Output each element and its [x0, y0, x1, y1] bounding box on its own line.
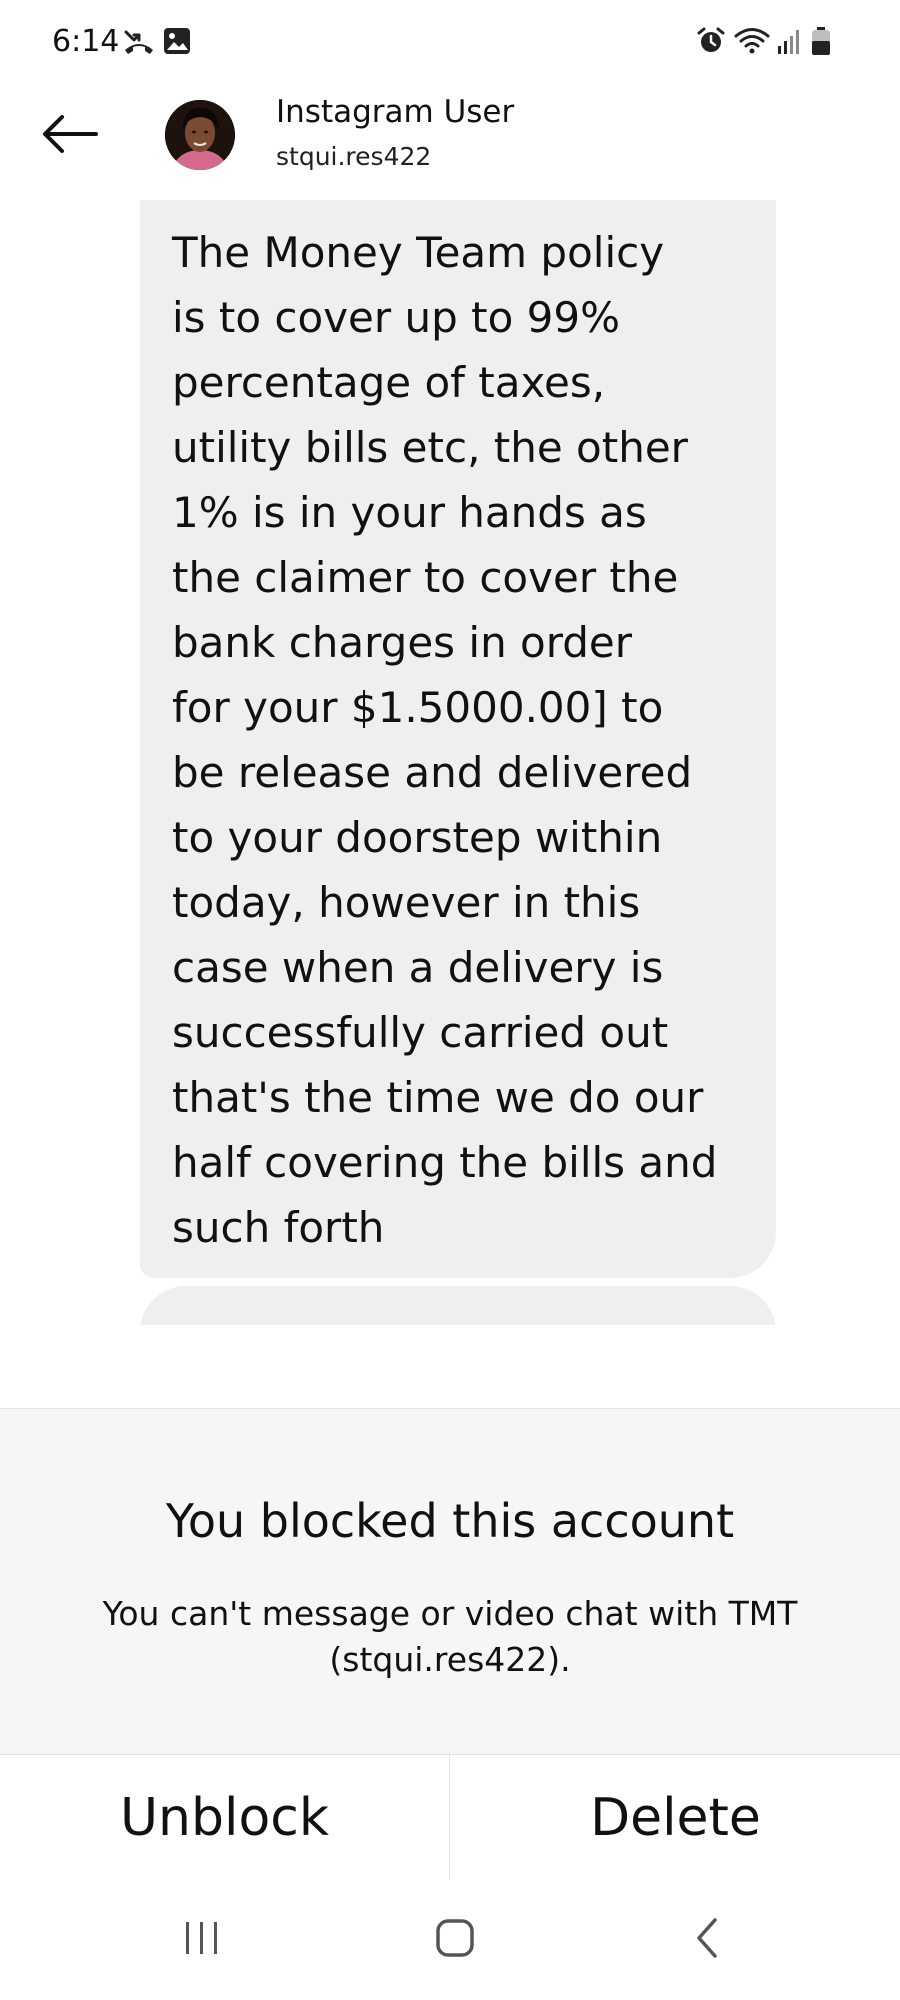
recents-icon: [180, 1918, 224, 1962]
nav-back-button[interactable]: [662, 1900, 752, 1980]
status-time: 6:14: [52, 24, 120, 59]
system-nav-bar: [0, 1880, 900, 2000]
message-text: The Money Team policy is to cover up to …: [172, 228, 718, 1252]
gallery-icon: [162, 26, 196, 56]
chat-user-name[interactable]: Instagram User: [276, 92, 514, 132]
home-icon: [433, 1916, 477, 1964]
blocked-actions: Unblock Delete: [0, 1754, 900, 1881]
unblock-button[interactable]: Unblock: [0, 1755, 449, 1881]
back-button[interactable]: [30, 106, 110, 166]
message-text: In that of a lendor: [172, 1316, 550, 1325]
recents-button[interactable]: [157, 1900, 247, 1980]
chat-user-handle[interactable]: stqui.res422: [276, 140, 431, 174]
battery-icon: [810, 26, 832, 56]
dm-thread-screen: 6:14 Instagram User stqui.res422 The Mon…: [0, 0, 900, 2000]
blocked-title: You blocked this account: [165, 1494, 735, 1548]
missed-call-icon: [122, 26, 156, 56]
message-bubble[interactable]: In that of a lendor: [140, 1286, 776, 1325]
message-bubble[interactable]: The Money Team policy is to cover up to …: [140, 200, 776, 1278]
alarm-icon: [696, 26, 730, 56]
wifi-icon: [734, 26, 770, 56]
delete-button[interactable]: Delete: [451, 1755, 900, 1881]
action-divider: [449, 1755, 450, 1881]
status-bar: 6:14: [0, 0, 900, 80]
message-thread[interactable]: The Money Team policy is to cover up to …: [0, 200, 900, 1325]
chat-header: Instagram User stqui.res422: [0, 80, 900, 200]
signal-icon: [776, 26, 810, 56]
back-arrow-icon: [40, 112, 100, 160]
blocked-description: You can't message or video chat with TMT…: [102, 1594, 798, 1679]
home-button[interactable]: [410, 1900, 500, 1980]
blocked-notice: You blocked this account You can't messa…: [0, 1408, 900, 1754]
avatar[interactable]: [165, 100, 235, 170]
nav-back-icon: [691, 1916, 723, 1964]
